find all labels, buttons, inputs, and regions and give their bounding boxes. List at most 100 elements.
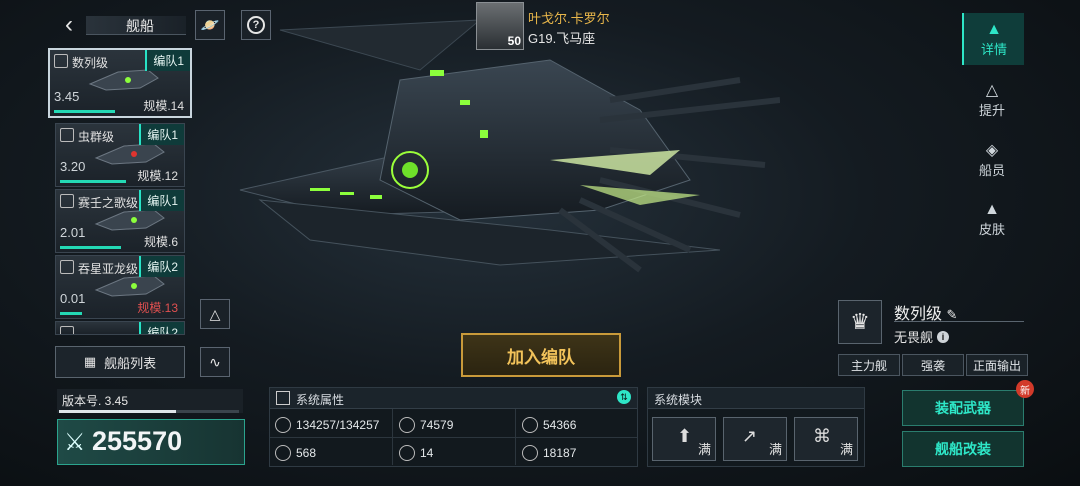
attributes-toggle-button[interactable]: ⇅	[617, 390, 631, 404]
commander-name: 叶戈尔.卡罗尔	[528, 11, 610, 26]
skin-tab-icon: ▲	[984, 200, 1000, 218]
energy-icon	[522, 445, 538, 461]
tag-frontal-output: 正面输出	[966, 354, 1028, 376]
tab-upgrade-label: 提升	[978, 102, 1005, 118]
evasion-icon	[399, 445, 415, 461]
ship-card-progress	[60, 312, 82, 315]
stat-durability-value: 134257/134257	[296, 418, 380, 432]
module-slot-3[interactable]: ⌘ 满	[794, 417, 858, 461]
ship-card[interactable]: 吞星亚龙级 编队2 0.01 规模.13	[55, 255, 185, 319]
ship-card-version: 3.20	[60, 159, 86, 174]
edit-icon[interactable]: ✎	[946, 307, 957, 322]
fleet-badge: 编队1	[139, 190, 184, 211]
power-value: 255570	[92, 426, 183, 456]
ship-card-progress	[54, 110, 115, 113]
power-icon: ⚔	[64, 429, 86, 456]
title-bar: 舰船	[86, 16, 186, 35]
planet-icon: 🪐	[200, 17, 220, 34]
module-slot-2[interactable]: ↗ 满	[723, 417, 787, 461]
stat-shield-value: 54366	[543, 418, 577, 432]
version-label: 版本号. 3.45	[62, 394, 129, 408]
system-modules-header: 系统模块	[648, 388, 864, 409]
speed-icon	[275, 445, 291, 461]
crew-tab-icon: ◈	[985, 141, 999, 159]
stat-energy: 18187	[522, 445, 576, 461]
ship-card-progress	[60, 246, 121, 249]
fleet-badge: 编队2	[139, 322, 184, 334]
fleet-badge: 编队1	[145, 50, 190, 71]
join-fleet-label: 加入编队	[507, 347, 575, 367]
commander-level: 50	[507, 34, 521, 48]
ship-list-button[interactable]: ▦ 舰船列表	[55, 346, 185, 378]
back-chevron-icon: ‹	[65, 11, 73, 38]
triangle-icon: △	[209, 305, 221, 322]
ship-class-icon	[60, 194, 74, 208]
ship-card[interactable]: 数列级 编队1 3.45 规模.14	[48, 48, 192, 118]
ship-type-row: 无畏舰 i	[894, 327, 950, 346]
module-slot-1[interactable]: ⬆ 满	[652, 417, 716, 461]
shield-icon	[275, 417, 291, 433]
ship-class-icon	[60, 128, 74, 142]
commander-avatar[interactable]: 50	[476, 2, 524, 50]
ship-card-version: 0.01	[60, 291, 86, 306]
stat-durability: 134257/134257	[275, 417, 379, 433]
version-progress-track	[59, 410, 239, 413]
ship-modify-label: 舰船改装	[935, 441, 991, 457]
equip-weapons-button[interactable]: 装配武器	[902, 390, 1024, 426]
stat-speed-value: 568	[296, 446, 317, 460]
ship-card-scale: 规模.14	[143, 99, 184, 113]
page-title: 舰船	[126, 18, 154, 34]
ship-class-icon	[60, 260, 74, 274]
system-attributes-title: 系统属性	[296, 393, 345, 407]
commander-location: G19.飞马座	[528, 31, 596, 46]
stat-armor-value: 74579	[420, 418, 454, 432]
ship-list-label: 舰船列表	[104, 355, 157, 371]
module-2-status: 满	[768, 442, 782, 457]
tab-crew-label: 船员	[978, 162, 1005, 178]
stat-shield: 54366	[522, 417, 576, 433]
missiles-icon: ↗	[742, 426, 758, 446]
ship-card[interactable]: 虫群级 编队1 3.20 规模.12	[55, 123, 185, 187]
tag-assault: 强袭	[902, 354, 964, 376]
ship-modify-button[interactable]: 舰船改装	[902, 431, 1024, 467]
tab-skin-label: 皮肤	[978, 221, 1005, 237]
details-tab-icon: ▲	[986, 20, 1002, 38]
pulse-button[interactable]: ∿	[200, 347, 230, 377]
module-1-status: 满	[697, 442, 711, 457]
grid-icon: ▦	[83, 354, 97, 369]
tab-crew[interactable]: ◈ 船员	[962, 133, 1022, 185]
join-fleet-button[interactable]: 加入编队	[461, 333, 621, 377]
question-icon: ?	[247, 16, 265, 34]
crown-icon: ♛	[850, 309, 870, 334]
stat-armor: 74579	[399, 417, 453, 433]
tab-upgrade[interactable]: △ 提升	[962, 73, 1022, 125]
back-button[interactable]: ‹	[58, 12, 80, 38]
ship-card-scale: 规模.6	[143, 235, 178, 249]
pulse-icon: ∿	[209, 353, 221, 370]
planet-button[interactable]: 🪐	[195, 10, 225, 40]
info-icon[interactable]: i	[937, 330, 950, 343]
help-button[interactable]: ?	[241, 10, 271, 40]
fleet-switch-button[interactable]: △	[200, 299, 230, 329]
ship-card-progress	[60, 180, 126, 183]
new-badge: 新	[1016, 380, 1034, 398]
hex-shield-icon	[522, 417, 538, 433]
ship-card-version: 2.01	[60, 225, 86, 240]
tab-skin[interactable]: ▲ 皮肤	[962, 193, 1022, 245]
system-attributes-panel: 系统属性 ⇅ 134257/134257 74579 54366 568 14 …	[269, 387, 638, 467]
armor-icon	[399, 417, 415, 433]
ship-card[interactable]: 赛壬之歌级 编队1 2.01 规模.6	[55, 189, 185, 253]
fleet-badge: 编队1	[139, 124, 184, 145]
tab-details-label: 详情	[980, 41, 1007, 57]
cannon-icon: ⌘	[813, 426, 831, 446]
system-modules-title: 系统模块	[654, 393, 703, 407]
stat-evasion: 14	[399, 445, 433, 461]
system-attributes-header: 系统属性 ⇅	[270, 388, 637, 409]
ship-card-scale: 规模.13	[137, 301, 178, 315]
attributes-icon	[276, 391, 290, 405]
version-progress-fill	[59, 410, 176, 413]
ship-card[interactable]: 编队2	[55, 321, 185, 335]
ship-class-emblem: ♛	[838, 300, 882, 344]
fleet-badge: 编队2	[139, 256, 184, 277]
tab-details[interactable]: ▲ 详情	[962, 13, 1024, 65]
